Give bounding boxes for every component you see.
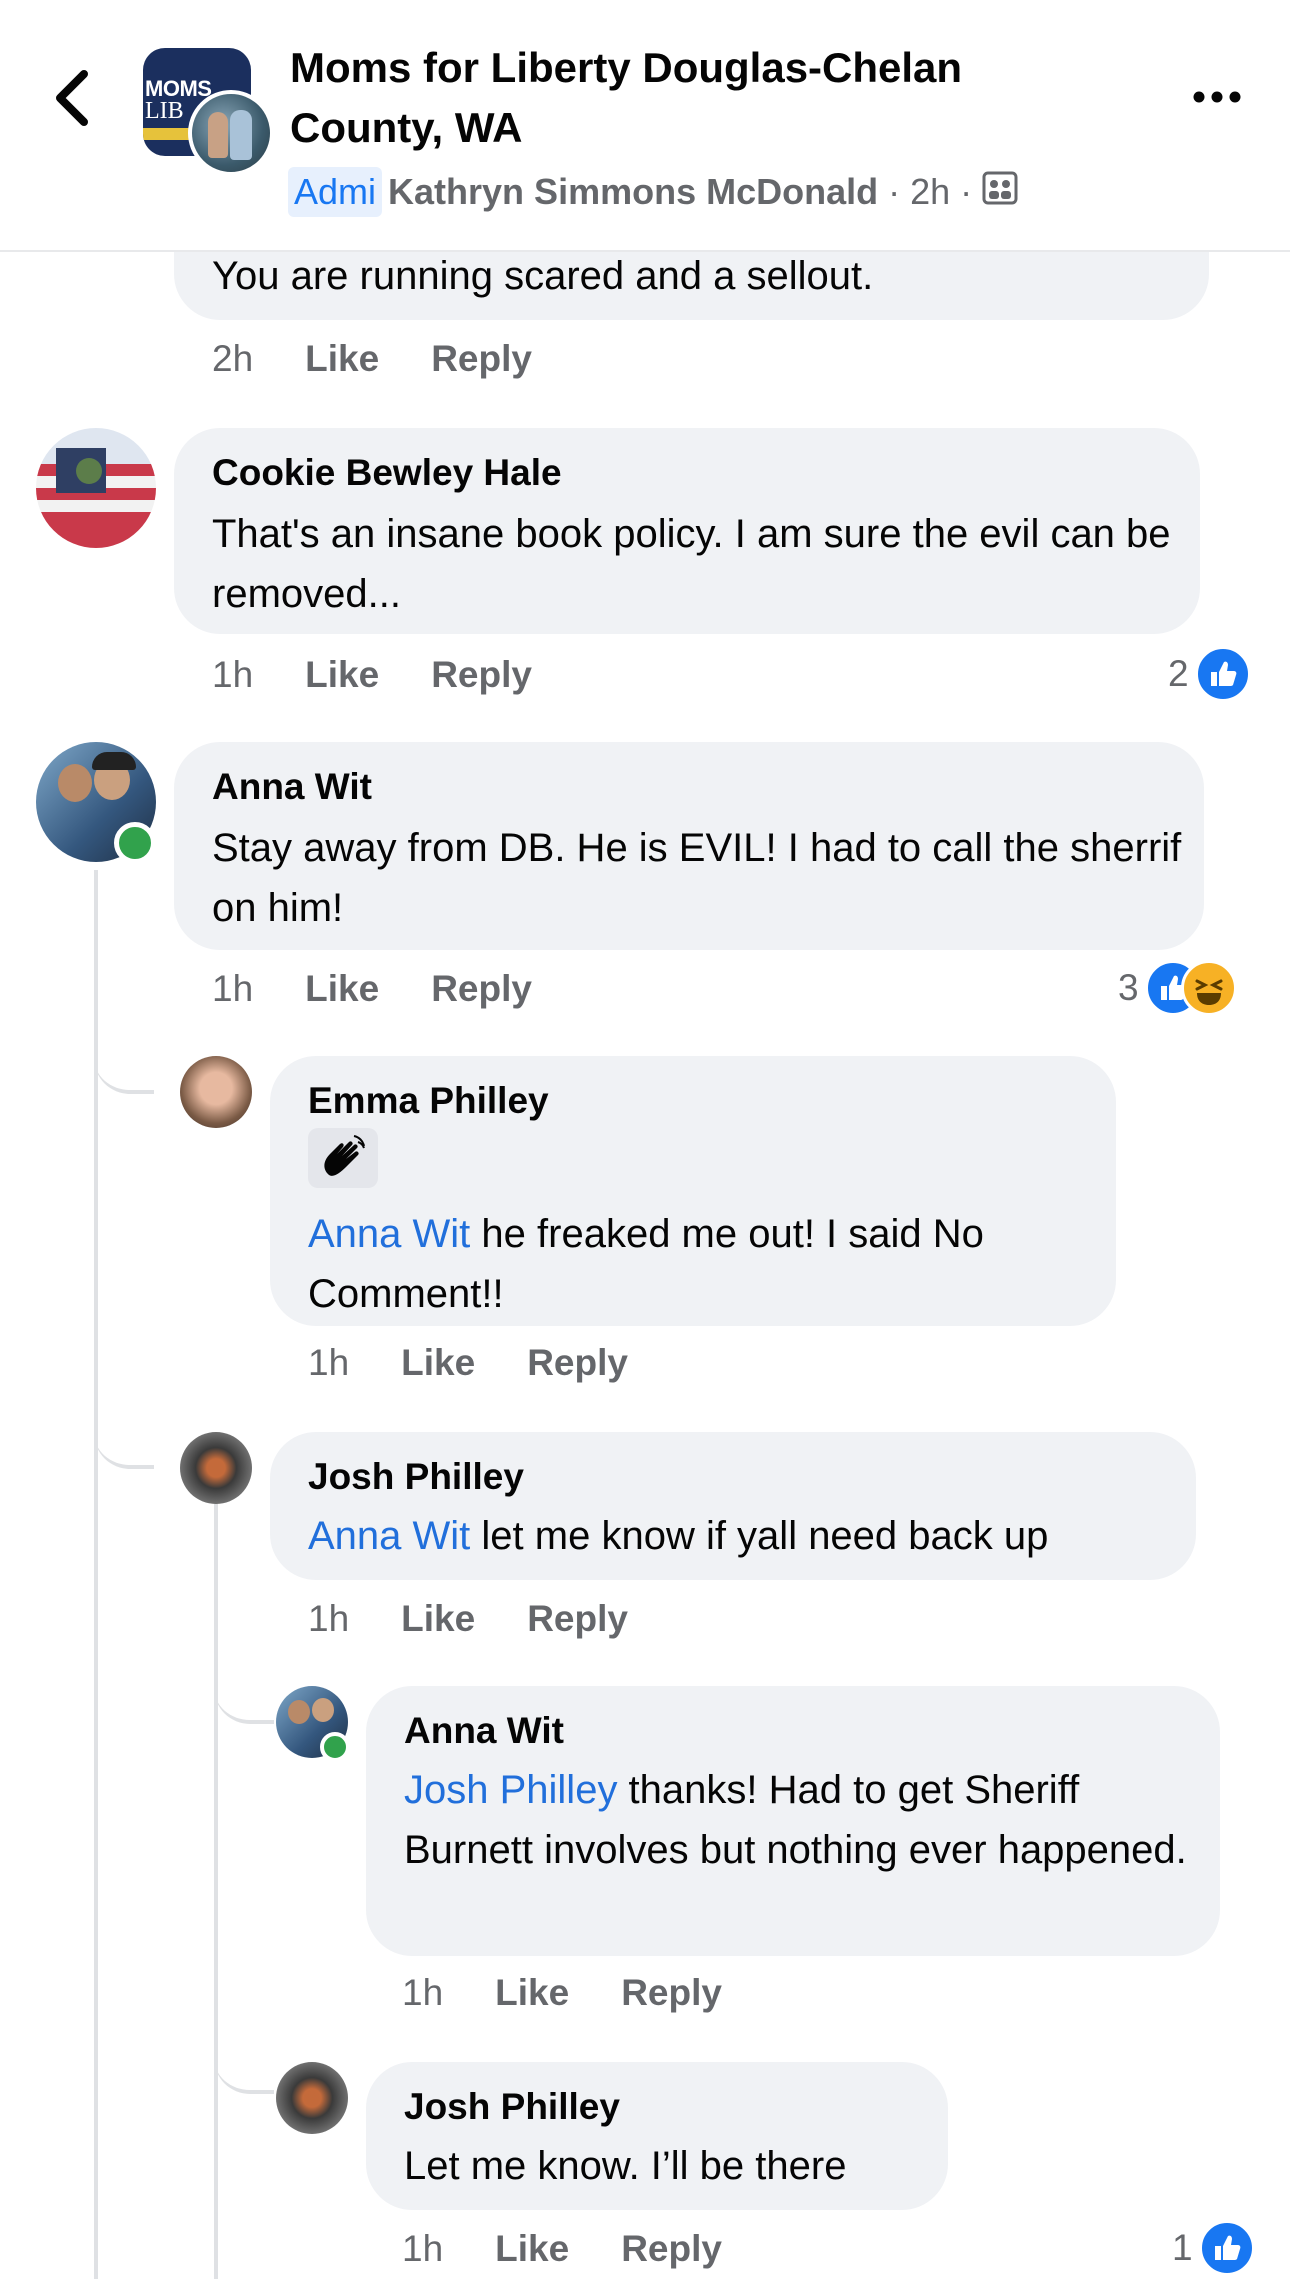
comment-author[interactable]: Josh Philley	[404, 2086, 620, 2128]
comment-bubble: Anna Wit Josh Philley thanks! Had to get…	[366, 1686, 1220, 1956]
thread-connector	[94, 1405, 154, 1469]
page-title[interactable]: Moms for Liberty Douglas-Chelan County, …	[290, 38, 1090, 158]
post-header: MOMS LIB Moms for Liberty Douglas-Chelan…	[0, 0, 1290, 252]
comment-actions: 1h Like Reply	[402, 1968, 722, 2018]
comment-time: 1h	[212, 968, 254, 1009]
like-button[interactable]: Like	[305, 338, 379, 380]
comment-actions: 1h Like Reply	[308, 1338, 628, 1388]
avatar-figure	[92, 752, 136, 770]
mention-link[interactable]: Anna Wit	[308, 1514, 470, 1558]
comment-bubble: Anna Wit Stay away from DB. He is EVIL! …	[174, 742, 1204, 950]
page-logo-text: LIB	[145, 98, 184, 124]
comment-body: let me know if yall need back up	[470, 1514, 1049, 1558]
comment-bubble: Josh Philley Anna Wit let me know if yal…	[270, 1432, 1196, 1580]
wave-icon	[308, 1128, 378, 1188]
reply-button[interactable]: Reply	[527, 1598, 628, 1640]
reaction-count: 1	[1172, 2227, 1193, 2268]
like-button[interactable]: Like	[401, 1342, 475, 1384]
mention-link[interactable]: Josh Philley	[404, 1768, 617, 1812]
comment-time: 2h	[212, 338, 254, 379]
group-icon	[982, 171, 1018, 214]
avatar[interactable]	[180, 1056, 252, 1128]
thread-connector	[214, 1660, 274, 1724]
like-button[interactable]: Like	[401, 1598, 475, 1640]
avatar-figure	[288, 1700, 310, 1724]
comment-text: Stay away from DB. He is EVIL! I had to …	[212, 826, 1182, 930]
avatar-figure	[312, 1698, 334, 1722]
reply-button[interactable]: Reply	[621, 1972, 722, 2014]
comment-text: You are running scared and a sellout.	[212, 254, 874, 298]
comment-author[interactable]: Anna Wit	[404, 1710, 564, 1752]
post-author[interactable]: Kathryn Simmons McDonald	[388, 171, 878, 213]
comment-actions: 1h Like Reply	[212, 964, 532, 1014]
thread-line	[94, 870, 98, 2279]
comment-actions: 1h Like Reply	[212, 650, 532, 700]
thread-connector	[94, 1030, 154, 1094]
comment-time: 1h	[212, 654, 254, 695]
comment-time: 1h	[402, 2228, 444, 2269]
reply-button[interactable]: Reply	[527, 1342, 628, 1384]
post-time: · 2h ·	[888, 171, 973, 212]
comment-author[interactable]: Josh Philley	[308, 1456, 524, 1498]
comment-text: That's an insane book policy. I am sure …	[212, 512, 1171, 616]
haha-icon	[1180, 960, 1237, 1016]
comment-actions: 1h Like Reply	[308, 1594, 628, 1644]
comment-time: 1h	[308, 1598, 350, 1639]
comment-bubble: Emma Philley Anna Wit he freaked me out!…	[270, 1056, 1116, 1326]
back-arrow-icon[interactable]	[48, 68, 98, 128]
avatar[interactable]	[276, 2062, 348, 2134]
reaction-summary[interactable]: 1	[1172, 2220, 1255, 2276]
reaction-count: 3	[1118, 967, 1139, 1008]
reply-button[interactable]: Reply	[431, 968, 532, 1010]
avatar-figure	[58, 764, 92, 802]
thread-connector	[214, 2030, 274, 2094]
avatar[interactable]	[36, 428, 156, 548]
comment-time: 1h	[308, 1342, 350, 1383]
like-icon	[1198, 2220, 1255, 2276]
comment-actions: 1h Like Reply	[402, 2224, 722, 2274]
like-icon	[1194, 646, 1251, 702]
thread-line	[214, 1490, 218, 2279]
comment-bubble: Cookie Bewley Hale That's an insane book…	[174, 428, 1200, 634]
comment-author[interactable]: Anna Wit	[212, 766, 372, 808]
comment-time: 1h	[402, 1972, 444, 2013]
admin-badge: Admi	[288, 167, 383, 217]
reply-button[interactable]: Reply	[431, 338, 532, 380]
more-icon[interactable]	[1190, 82, 1244, 112]
admin-avatar[interactable]	[188, 90, 274, 176]
online-status-dot	[320, 1732, 350, 1762]
post-meta: Admi Kathryn Simmons McDonald · 2h ·	[288, 166, 1018, 218]
reaction-summary[interactable]: 3	[1118, 960, 1237, 1016]
like-button[interactable]: Like	[495, 2228, 569, 2270]
avatar-figure	[208, 112, 228, 158]
like-button[interactable]: Like	[305, 968, 379, 1010]
like-button[interactable]: Like	[495, 1972, 569, 2014]
comment-text: Anna Wit he freaked me out! I said No Co…	[308, 1204, 1098, 1324]
mention-link[interactable]: Anna Wit	[308, 1212, 470, 1256]
avatar-figure	[76, 458, 102, 484]
comment-text: Josh Philley thanks! Had to get Sheriff …	[404, 1760, 1204, 1880]
comment-text: Let me know. I’ll be there	[404, 2144, 847, 2188]
online-status-dot	[114, 822, 156, 864]
reaction-count: 2	[1168, 653, 1189, 694]
avatar-figure	[230, 110, 252, 160]
comment-author[interactable]: Emma Philley	[308, 1080, 549, 1122]
reaction-summary[interactable]: 2	[1168, 646, 1251, 702]
reply-button[interactable]: Reply	[431, 654, 532, 696]
comment-author[interactable]: Cookie Bewley Hale	[212, 452, 562, 494]
comment-text: Anna Wit let me know if yall need back u…	[308, 1506, 1178, 1566]
reply-button[interactable]: Reply	[621, 2228, 722, 2270]
comment-actions: 2h Like Reply	[212, 334, 532, 384]
avatar[interactable]	[180, 1432, 252, 1504]
like-button[interactable]: Like	[305, 654, 379, 696]
comment-bubble: Josh Philley Let me know. I’ll be there	[366, 2062, 948, 2210]
